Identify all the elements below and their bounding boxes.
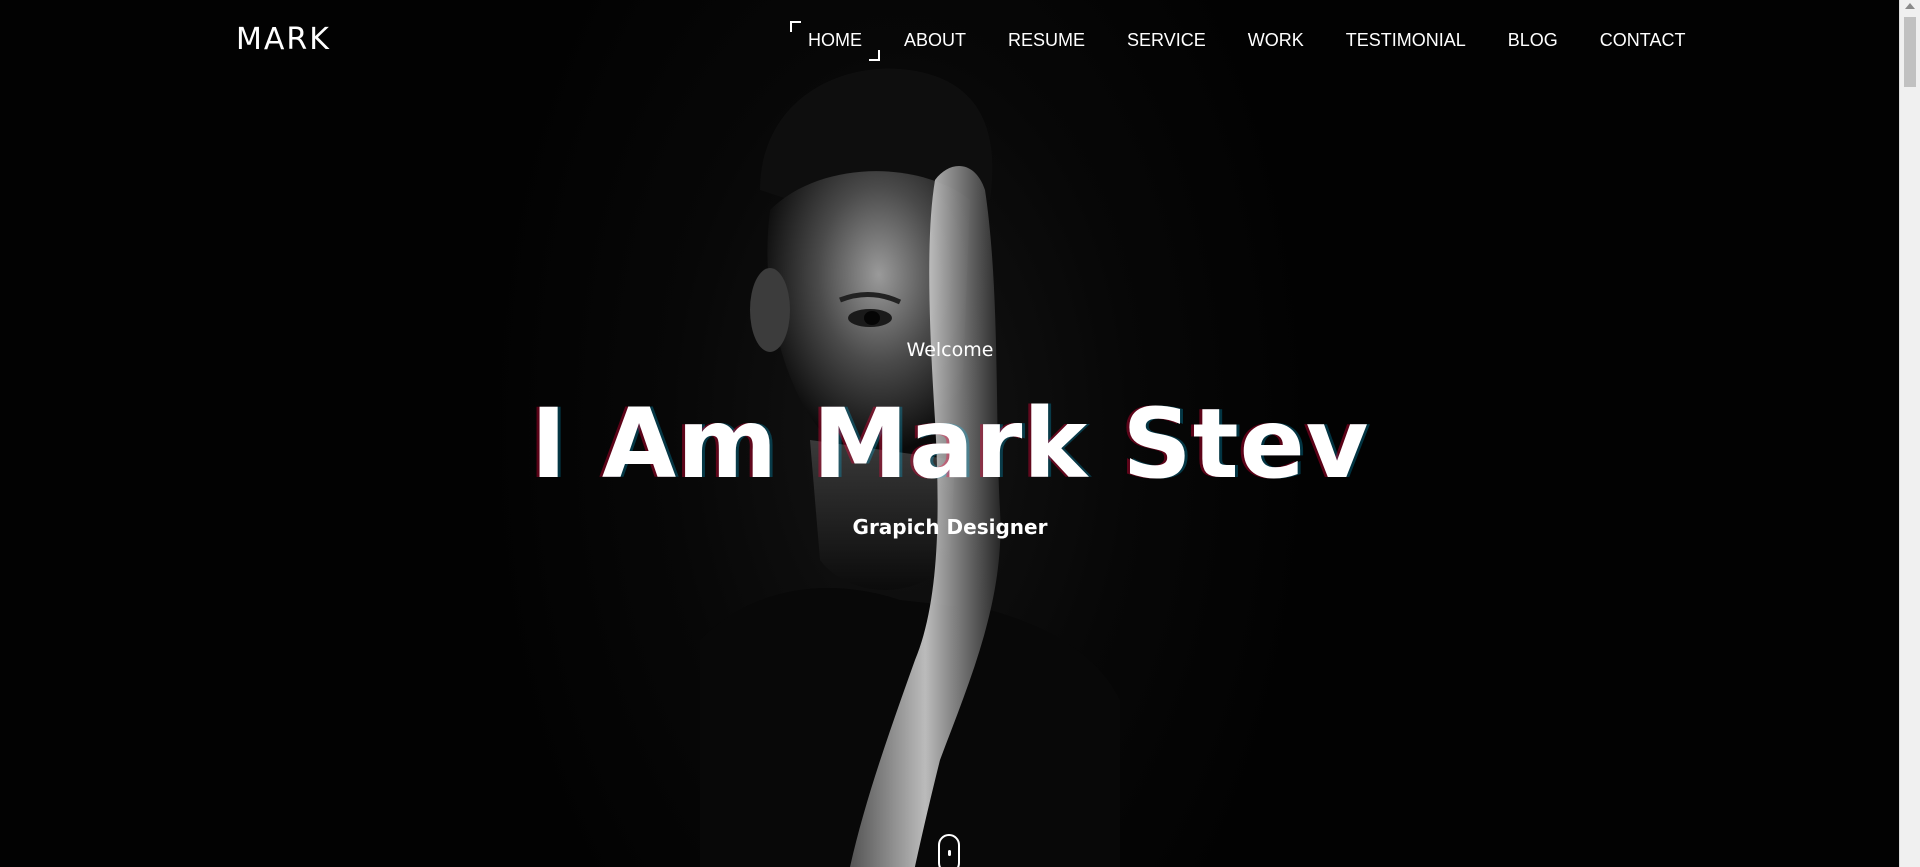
hero-welcome-text: Welcome <box>906 339 994 361</box>
mouse-scroll-icon[interactable] <box>938 834 960 867</box>
mouse-wheel-indicator <box>948 850 951 856</box>
nav-item-home[interactable]: HOME <box>787 21 883 61</box>
nav-item-work[interactable]: WORK <box>1227 28 1325 53</box>
nav-item-resume[interactable]: RESUME <box>987 28 1106 53</box>
page-scrollbar[interactable] <box>1899 0 1920 867</box>
scrollbar-thumb[interactable] <box>1904 17 1916 87</box>
hero-headline: I Am Mark Stev <box>530 388 1370 500</box>
nav-item-contact[interactable]: CONTACT <box>1579 28 1707 53</box>
nav-item-service[interactable]: SERVICE <box>1106 28 1227 53</box>
hero-subtitle: Grapich Designer <box>852 515 1048 539</box>
page-viewport: MARK HOME ABOUT RESUME SERVICE WORK TEST… <box>0 0 1920 867</box>
nav-item-blog[interactable]: BLOG <box>1487 28 1579 53</box>
main-menu: HOME ABOUT RESUME SERVICE WORK TESTIMONI… <box>787 21 1707 61</box>
scroll-up-arrow-icon[interactable] <box>1905 3 1915 9</box>
nav-item-testimonial[interactable]: TESTIMONIAL <box>1325 28 1487 53</box>
hero-section: MARK HOME ABOUT RESUME SERVICE WORK TEST… <box>0 0 1900 867</box>
top-navigation: MARK HOME ABOUT RESUME SERVICE WORK TEST… <box>0 0 1900 80</box>
site-logo[interactable]: MARK <box>236 22 331 57</box>
nav-item-about[interactable]: ABOUT <box>883 28 987 53</box>
